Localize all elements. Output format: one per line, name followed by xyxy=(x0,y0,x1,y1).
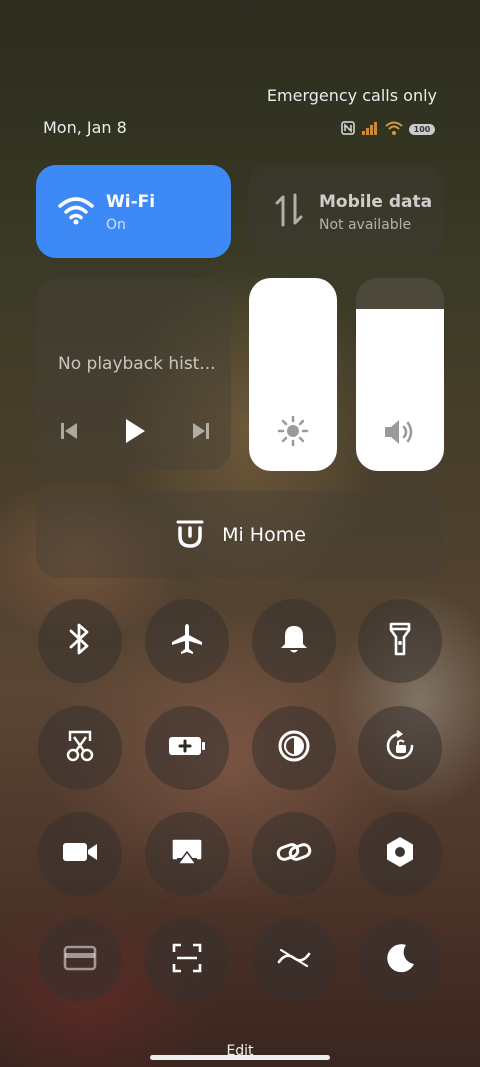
mobile-data-state: Not available xyxy=(319,217,412,233)
home-indicator-bar[interactable] xyxy=(150,1055,330,1060)
do-not-disturb-toggle[interactable] xyxy=(358,918,442,1002)
bell-icon xyxy=(280,623,308,659)
volume-slider[interactable] xyxy=(356,278,444,471)
screenshot-toggle[interactable] xyxy=(38,706,122,790)
carrier-text: Emergency calls only xyxy=(266,86,437,105)
nfc-icon xyxy=(341,120,355,139)
battery-saver-icon xyxy=(167,734,207,762)
cast-icon xyxy=(171,838,203,870)
wifi-title: Wi-Fi xyxy=(106,192,156,212)
dark-mode-toggle[interactable] xyxy=(252,706,336,790)
flashlight-icon xyxy=(389,622,411,660)
flashlight-toggle[interactable] xyxy=(358,599,442,683)
rotation-lock-toggle[interactable] xyxy=(358,706,442,790)
link-toggle[interactable] xyxy=(252,812,336,896)
card-icon xyxy=(63,945,97,975)
wifi-icon xyxy=(58,195,94,229)
media-controls xyxy=(60,418,210,448)
next-track-icon[interactable] xyxy=(192,421,210,445)
bluetooth-toggle[interactable] xyxy=(38,599,122,683)
mi-home-label: Mi Home xyxy=(222,523,306,546)
bluetooth-icon xyxy=(67,622,93,660)
link-icon xyxy=(276,838,312,870)
date-text: Mon, Jan 8 xyxy=(43,118,127,137)
status-icons: 100 xyxy=(341,120,435,139)
brightness-slider[interactable] xyxy=(249,278,337,471)
mobile-data-title: Mobile data xyxy=(319,192,433,212)
data-saver-icon xyxy=(277,946,311,974)
mobile-data-tile[interactable]: Mobile data Not available xyxy=(249,165,444,258)
mi-home-tile[interactable]: Mi Home xyxy=(36,491,444,578)
media-status-text: No playback hist... xyxy=(58,354,216,374)
airplane-icon xyxy=(170,622,204,660)
media-player-tile[interactable]: No playback hist... xyxy=(36,278,231,470)
data-saver-toggle[interactable] xyxy=(252,918,336,1002)
video-icon xyxy=(62,840,98,868)
wifi-state: On xyxy=(106,217,126,233)
airplane-toggle[interactable] xyxy=(145,599,229,683)
battery-saver-toggle[interactable] xyxy=(145,706,229,790)
rotation-lock-icon xyxy=(383,729,417,767)
scanner-toggle[interactable] xyxy=(145,918,229,1002)
signal-icon xyxy=(361,120,379,139)
settings-hex-icon xyxy=(385,836,415,872)
wifi-tile[interactable]: Wi-Fi On xyxy=(36,165,231,258)
screenshot-icon xyxy=(65,729,95,767)
video-toggle[interactable] xyxy=(38,812,122,896)
previous-track-icon[interactable] xyxy=(60,421,78,445)
cast-toggle[interactable] xyxy=(145,812,229,896)
wifi-status-icon xyxy=(385,120,403,139)
dark-mode-icon xyxy=(277,729,311,767)
mobile-data-icon xyxy=(275,193,303,231)
scanner-icon xyxy=(172,943,202,977)
sun-icon xyxy=(277,415,309,451)
ringer-toggle[interactable] xyxy=(252,599,336,683)
play-icon[interactable] xyxy=(123,418,147,448)
card-toggle[interactable] xyxy=(38,918,122,1002)
speaker-icon xyxy=(383,417,417,451)
mi-home-icon xyxy=(174,516,206,554)
battery-indicator: 100 xyxy=(409,124,435,135)
moon-icon xyxy=(384,942,416,978)
hex-settings-toggle[interactable] xyxy=(358,812,442,896)
